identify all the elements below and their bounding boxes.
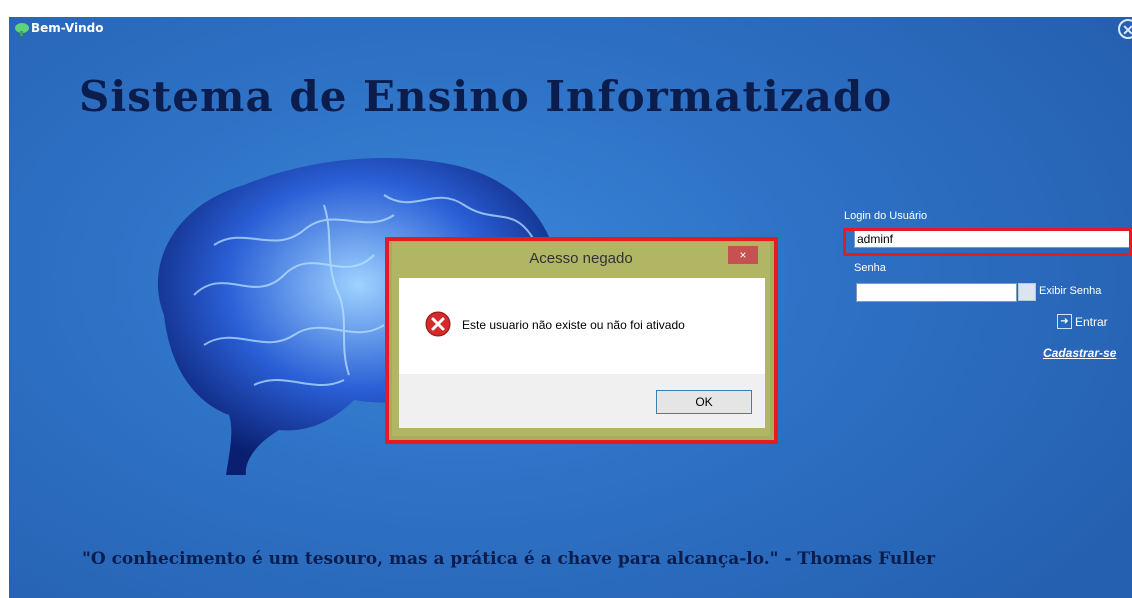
user-input-highlight [843,228,1132,256]
password-label: Senha [854,262,886,274]
error-dialog: Acesso negado × Este usuario não existe … [392,242,770,436]
enter-label: Entrar [1075,314,1108,329]
title-bar: Bem-Vindo ✕ [9,17,1132,43]
window-title: Bem-Vindo [31,21,104,35]
dialog-close-button[interactable]: × [728,246,758,264]
show-password-checkbox[interactable] [1018,283,1036,301]
show-password-label: Exibir Senha [1039,285,1102,297]
error-icon [425,311,451,337]
app-logo-icon [15,23,29,36]
enter-button[interactable]: ➜ Entrar [1057,314,1108,329]
register-link[interactable]: Cadastrar-se [1043,346,1116,360]
dialog-message: Este usuario não existe ou não foi ativa… [462,318,685,332]
dialog-body: Este usuario não existe ou não foi ativa… [399,278,765,374]
dialog-footer: OK [399,374,765,428]
ok-button[interactable]: OK [656,390,752,414]
dialog-title: Acesso negado [529,250,633,267]
quote-text: "O conhecimento é um tesouro, mas a prát… [82,549,936,569]
page-title: Sistema de Ensino Informatizado [79,72,893,121]
password-input[interactable] [856,283,1017,302]
user-label: Login do Usuário [844,210,928,222]
enter-icon: ➜ [1057,314,1072,329]
close-icon[interactable]: ✕ [1118,19,1132,39]
